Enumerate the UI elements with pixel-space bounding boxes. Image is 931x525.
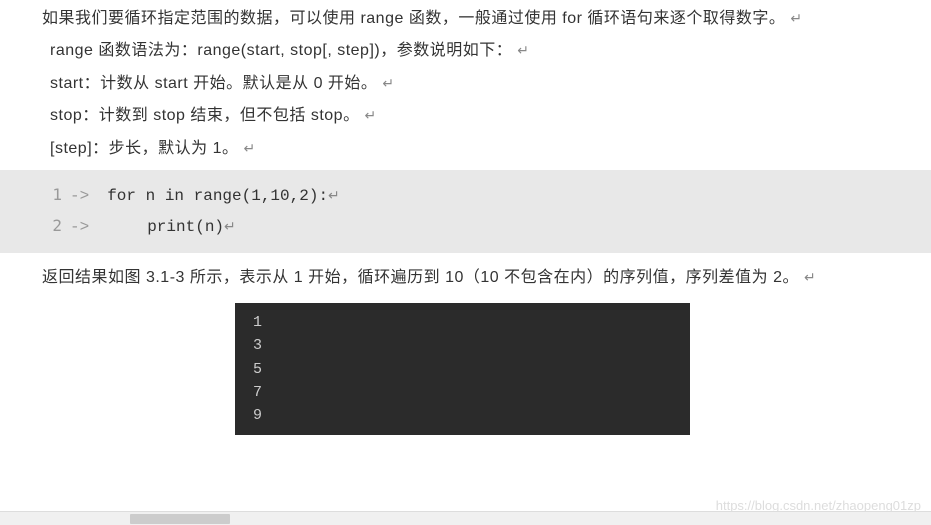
arrow-icon: -> (70, 181, 107, 211)
output-line: 7 (253, 381, 672, 404)
return-marker-icon: ↵ (328, 184, 340, 211)
output-line: 5 (253, 358, 672, 381)
param-start-text: start：计数从 start 开始。默认是从 0 开始。 (50, 75, 377, 92)
code-text: for n in range(1,10,2): (107, 181, 328, 211)
return-marker-icon: ↵ (365, 109, 377, 124)
param-start: start：计数从 start 开始。默认是从 0 开始。 ↵ (10, 69, 921, 99)
result-text: 返回结果如图 3.1-3 所示，表示从 1 开始，循环遍历到 10（10 不包含… (42, 269, 799, 286)
syntax-line: range 函数语法为：range(start, stop[, step])，参… (10, 36, 921, 66)
intro-text: 如果我们要循环指定范围的数据，可以使用 range 函数，一般通过使用 for … (42, 10, 785, 27)
code-text: print(n) (107, 212, 224, 242)
result-paragraph: 返回结果如图 3.1-3 所示，表示从 1 开始，循环遍历到 10（10 不包含… (10, 263, 921, 293)
return-marker-icon: ↵ (517, 44, 529, 59)
code-line: 2 -> print(n) ↵ (0, 211, 931, 242)
param-stop-text: stop：计数到 stop 结束，但不包括 stop。 (50, 107, 360, 124)
output-line: 3 (253, 334, 672, 357)
document-content: 如果我们要循环指定范围的数据，可以使用 range 函数，一般通过使用 for … (0, 0, 931, 164)
line-number: 1 (0, 180, 70, 210)
return-marker-icon: ↵ (804, 271, 816, 286)
param-step-text: [step]：步长，默认为 1。 (50, 140, 238, 157)
return-marker-icon: ↵ (790, 12, 802, 27)
return-marker-icon: ↵ (243, 142, 255, 157)
code-line: 1 -> for n in range(1,10,2): ↵ (0, 180, 931, 211)
output-line: 9 (253, 404, 672, 427)
result-content: 返回结果如图 3.1-3 所示，表示从 1 开始，循环遍历到 10（10 不包含… (0, 259, 931, 293)
arrow-icon: -> (70, 212, 107, 242)
scrollbar-thumb[interactable] (130, 514, 230, 524)
horizontal-scrollbar[interactable] (0, 511, 931, 525)
code-block: 1 -> for n in range(1,10,2): ↵ 2 -> prin… (0, 170, 931, 253)
syntax-text: range 函数语法为：range(start, stop[, step])，参… (50, 42, 512, 59)
intro-paragraph: 如果我们要循环指定范围的数据，可以使用 range 函数，一般通过使用 for … (10, 4, 921, 34)
line-number: 2 (0, 211, 70, 241)
output-line: 1 (253, 311, 672, 334)
param-stop: stop：计数到 stop 结束，但不包括 stop。 ↵ (10, 101, 921, 131)
return-marker-icon: ↵ (382, 77, 394, 92)
terminal-output: 1 3 5 7 9 (235, 303, 690, 435)
return-marker-icon: ↵ (224, 215, 236, 242)
param-step: [step]：步长，默认为 1。 ↵ (10, 134, 921, 164)
